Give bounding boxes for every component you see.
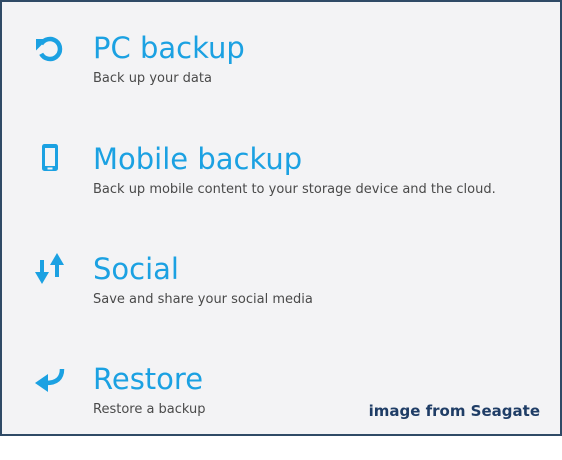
return-arrow-icon bbox=[32, 362, 68, 398]
menu-item-description: Save and share your social media bbox=[93, 292, 313, 307]
menu-item-mobile-backup[interactable]: Mobile backup Back up mobile content to … bbox=[2, 140, 542, 240]
menu-item-title: Social bbox=[93, 252, 179, 286]
menu-item-title: Restore bbox=[93, 362, 204, 396]
menu-item-description: Restore a backup bbox=[93, 402, 206, 417]
menu-item-description: Back up your data bbox=[93, 71, 212, 86]
menu-item-title: PC backup bbox=[93, 31, 245, 65]
menu-item-pc-backup[interactable]: PC backup Back up your data bbox=[2, 29, 542, 129]
menu-item-title: Mobile backup bbox=[93, 142, 303, 176]
menu-item-description: Back up mobile content to your storage d… bbox=[93, 182, 496, 197]
backup-menu: PC backup Back up your data Mobile backu… bbox=[0, 0, 562, 436]
refresh-icon bbox=[32, 31, 68, 67]
up-down-arrows-icon bbox=[32, 252, 68, 288]
source-watermark: image from Seagate bbox=[368, 402, 540, 420]
menu-item-social[interactable]: Social Save and share your social media bbox=[2, 250, 542, 350]
mobile-phone-icon bbox=[32, 142, 68, 178]
